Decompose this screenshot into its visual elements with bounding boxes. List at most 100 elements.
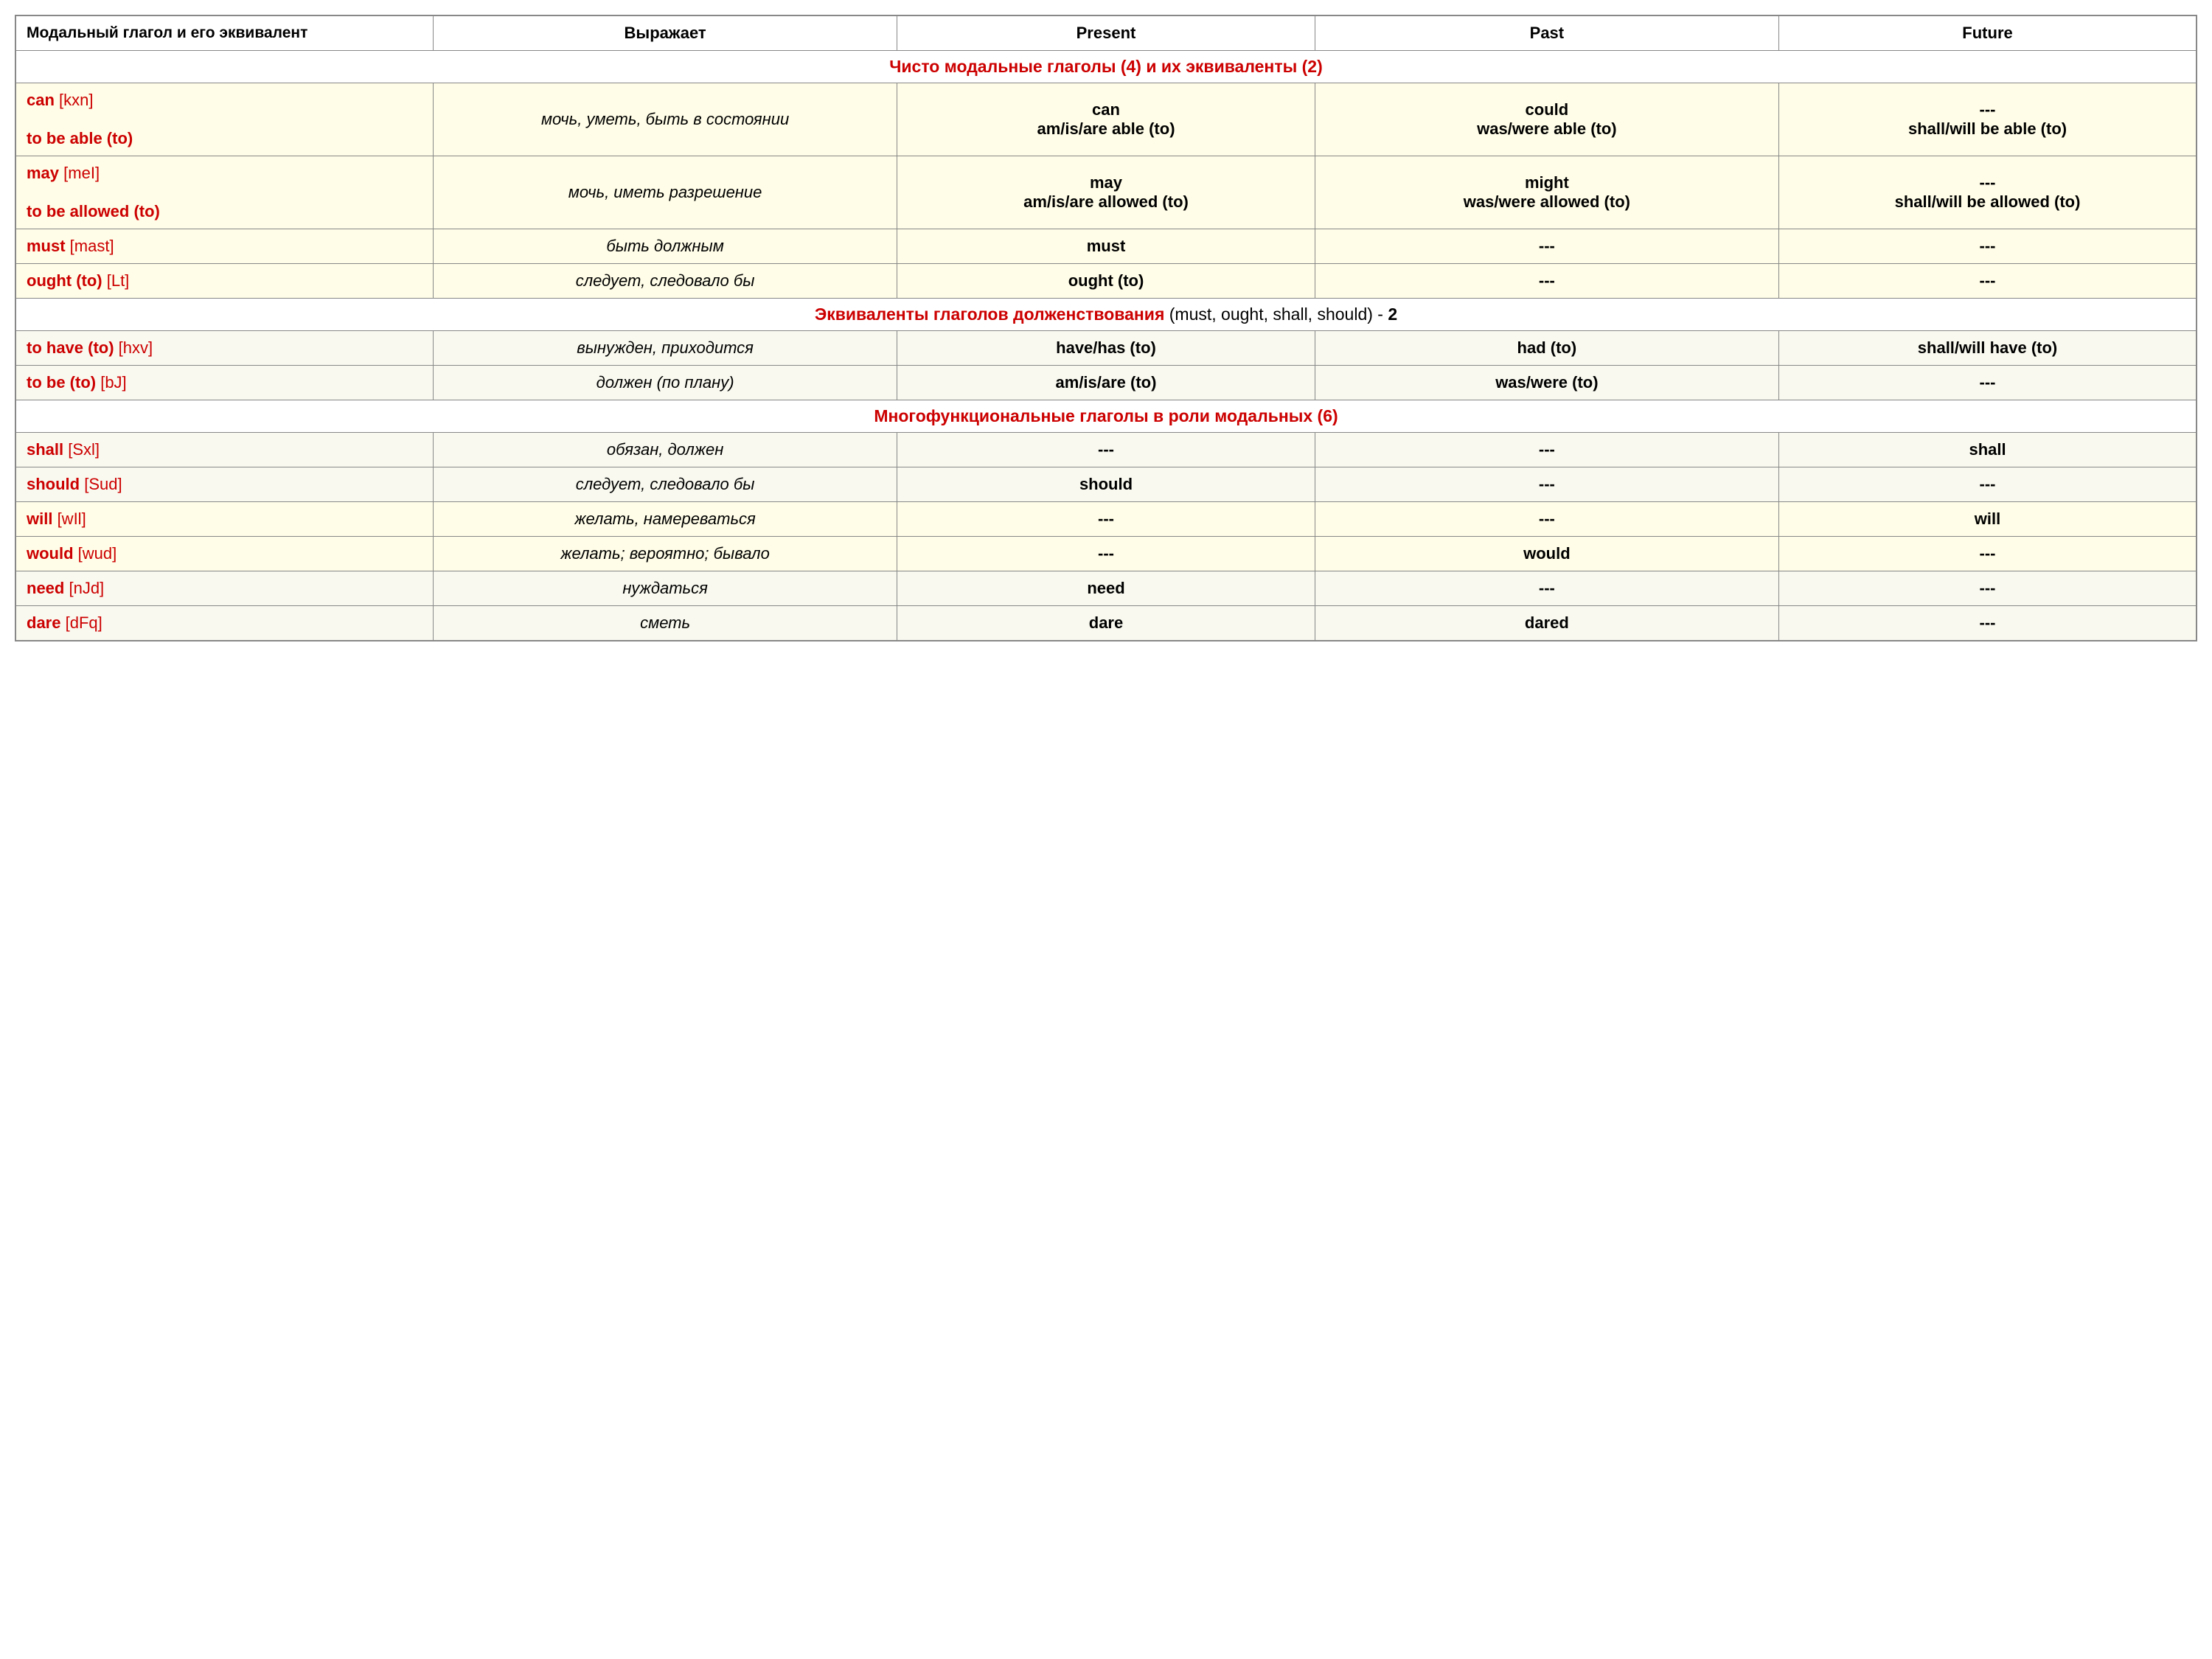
modal-verb-phonetic: [mast] <box>66 237 114 255</box>
modal-verb-phonetic: [Sud] <box>80 475 122 493</box>
past-cell: had (to) <box>1315 331 1778 366</box>
table-row: ought (to) [Lt]следует, следовало быough… <box>15 264 2197 299</box>
section-header-black-text: (must, ought, shall, should) - <box>1164 305 1388 324</box>
past-cell: was/were (to) <box>1315 366 1778 400</box>
modal-verb-phonetic: [kxn] <box>55 91 94 109</box>
present-cell: must <box>897 229 1315 264</box>
modal-verb-phonetic: [nJd] <box>64 579 104 597</box>
modal-verb-name: ought (to) <box>27 271 102 290</box>
future-cell: --- <box>1779 467 2197 502</box>
future-cell: --- <box>1779 606 2197 641</box>
future-cell: --- <box>1779 229 2197 264</box>
modal-verb-name: will <box>27 509 52 528</box>
present-cell: --- <box>897 433 1315 467</box>
modal-verb-phonetic: [Sxl] <box>63 440 100 459</box>
section-header-row: Чисто модальные глаголы (4) и их эквивал… <box>15 51 2197 83</box>
modal-verb-name: may <box>27 164 59 182</box>
header-col1: Модальный глагол и его эквивалент <box>15 15 433 51</box>
section-header-row: Многофункциональные глаголы в роли модал… <box>15 400 2197 433</box>
past-cell: dared <box>1315 606 1778 641</box>
table-row: would [wud]желать; вероятно; бывало---wo… <box>15 537 2197 571</box>
future-cell: --- <box>1779 571 2197 606</box>
past-cell: couldwas/were able (to) <box>1315 83 1778 156</box>
modal-verb-cell: must [mast] <box>15 229 433 264</box>
table-row: should [Sud]следует, следовало быshould-… <box>15 467 2197 502</box>
meaning-cell: желать; вероятно; бывало <box>433 537 897 571</box>
present-cell: ought (to) <box>897 264 1315 299</box>
table-row: need [nJd]нуждатьсяneed------ <box>15 571 2197 606</box>
table-body: Чисто модальные глаголы (4) и их эквивал… <box>15 51 2197 641</box>
modal-verb-phonetic: [dFq] <box>60 613 102 632</box>
modal-verb-equivalent: to be allowed (to) <box>27 202 160 220</box>
table-row: shall [Sxl]обязан, должен------shall <box>15 433 2197 467</box>
present-cell: am/is/are (to) <box>897 366 1315 400</box>
modal-verb-phonetic: [Lt] <box>102 271 130 290</box>
section-header-red-text: Эквиваленты глаголов долженствования <box>815 305 1165 324</box>
section-header-mixed-text: Эквиваленты глаголов долженствования (mu… <box>15 299 2197 331</box>
present-cell: mayam/is/are allowed (to) <box>897 156 1315 229</box>
future-cell: shall/will have (to) <box>1779 331 2197 366</box>
future-cell: will <box>1779 502 2197 537</box>
present-cell: need <box>897 571 1315 606</box>
modal-verb-cell: may [meI]to be allowed (to) <box>15 156 433 229</box>
meaning-cell: следует, следовало бы <box>433 264 897 299</box>
header-col2: Выражает <box>433 15 897 51</box>
present-cell: --- <box>897 537 1315 571</box>
modal-verb-name: to be (to) <box>27 373 96 392</box>
section-header-text: Многофункциональные глаголы в роли модал… <box>15 400 2197 433</box>
future-cell: --- <box>1779 537 2197 571</box>
modal-verb-cell: will [wIl] <box>15 502 433 537</box>
modal-verb-name: need <box>27 579 64 597</box>
meaning-cell: сметь <box>433 606 897 641</box>
present-cell: have/has (to) <box>897 331 1315 366</box>
meaning-cell: мочь, иметь разрешение <box>433 156 897 229</box>
section-header-mixed-row: Эквиваленты глаголов долженствования (mu… <box>15 299 2197 331</box>
table-row: to have (to) [hxv]вынужден, приходитсяha… <box>15 331 2197 366</box>
modal-verb-name: must <box>27 237 66 255</box>
meaning-cell: быть должным <box>433 229 897 264</box>
modal-verb-name: to have (to) <box>27 338 114 357</box>
modal-verb-equivalent: to be able (to) <box>27 129 133 147</box>
header-col3: Present <box>897 15 1315 51</box>
modal-verb-name: should <box>27 475 80 493</box>
past-cell: mightwas/were allowed (to) <box>1315 156 1778 229</box>
future-cell: shall <box>1779 433 2197 467</box>
modal-verb-cell: shall [Sxl] <box>15 433 433 467</box>
table-row: will [wIl]желать, намереваться------will <box>15 502 2197 537</box>
meaning-cell: нуждаться <box>433 571 897 606</box>
table-row: dare [dFq]сметьdaredared--- <box>15 606 2197 641</box>
modal-verb-phonetic: [hxv] <box>114 338 153 357</box>
modal-verb-cell: can [kxn] to be able (to) <box>15 83 433 156</box>
meaning-cell: желать, намереваться <box>433 502 897 537</box>
table-row: must [mast]быть должнымmust------ <box>15 229 2197 264</box>
modal-verb-phonetic: [wud] <box>74 544 117 563</box>
table-row: can [kxn]to be able (to)мочь, уметь, быт… <box>15 83 2197 156</box>
present-cell: canam/is/are able (to) <box>897 83 1315 156</box>
modal-verb-name: shall <box>27 440 63 459</box>
meaning-cell: обязан, должен <box>433 433 897 467</box>
modal-verb-cell: should [Sud] <box>15 467 433 502</box>
modal-verb-name: can <box>27 91 55 109</box>
modal-verb-name: dare <box>27 613 60 632</box>
modal-verb-phonetic: [bJ] <box>96 373 127 392</box>
past-cell: would <box>1315 537 1778 571</box>
past-cell: --- <box>1315 571 1778 606</box>
table-row: to be (to) [bJ]должен (по плану)am/is/ar… <box>15 366 2197 400</box>
section-header-bold-text: 2 <box>1388 305 1397 324</box>
meaning-cell: вынужден, приходится <box>433 331 897 366</box>
table-header-row: Модальный глагол и его эквивалент Выража… <box>15 15 2197 51</box>
modal-verb-cell: would [wud] <box>15 537 433 571</box>
modal-verb-phonetic: [wIl] <box>52 509 86 528</box>
modal-verb-name: would <box>27 544 74 563</box>
present-cell: --- <box>897 502 1315 537</box>
meaning-cell: следует, следовало бы <box>433 467 897 502</box>
section-header-text: Чисто модальные глаголы (4) и их эквивал… <box>15 51 2197 83</box>
past-cell: --- <box>1315 467 1778 502</box>
present-cell: should <box>897 467 1315 502</box>
modal-verb-cell: need [nJd] <box>15 571 433 606</box>
modal-verb-cell: ought (to) [Lt] <box>15 264 433 299</box>
header-col4: Past <box>1315 15 1778 51</box>
modal-verb-cell: to be (to) [bJ] <box>15 366 433 400</box>
future-cell: ---shall/will be able (to) <box>1779 83 2197 156</box>
past-cell: --- <box>1315 264 1778 299</box>
